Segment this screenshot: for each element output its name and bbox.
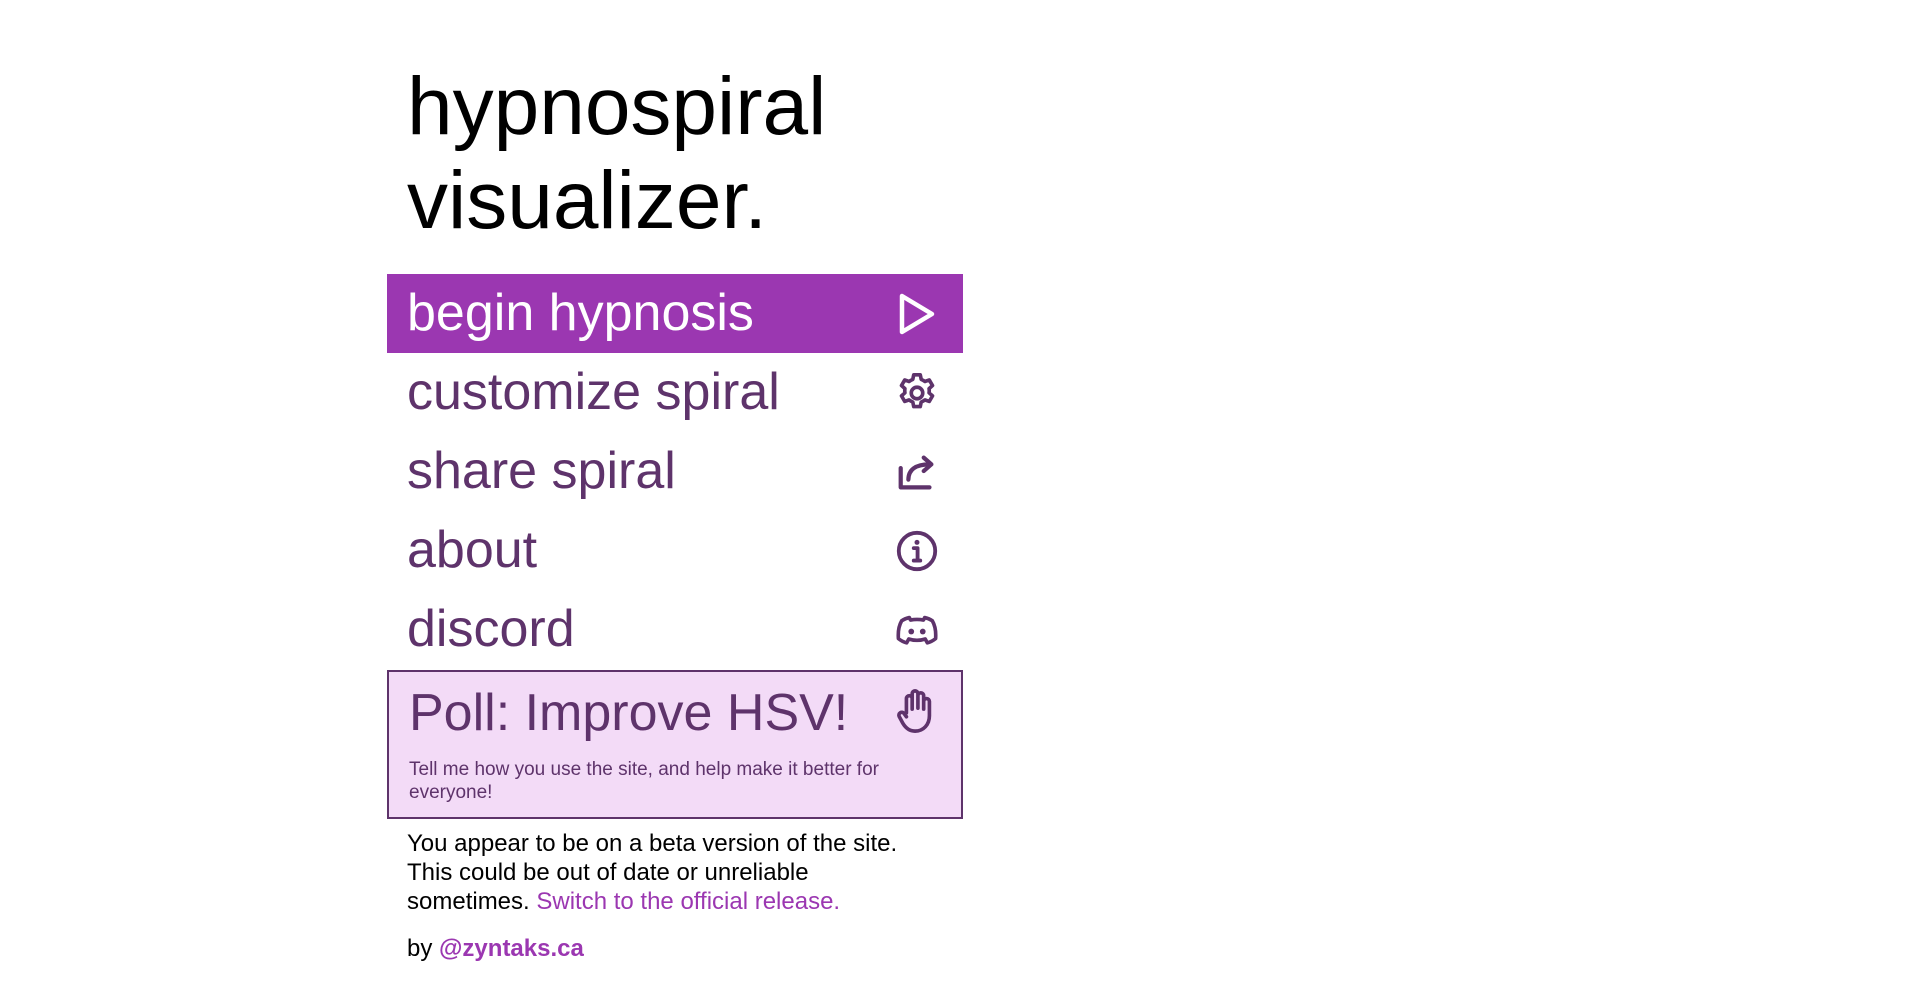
begin-hypnosis-button[interactable]: begin hypnosis: [387, 274, 963, 353]
discord-button[interactable]: discord: [387, 590, 963, 669]
share-spiral-button[interactable]: share spiral: [387, 432, 963, 511]
official-release-link[interactable]: Switch to the official release.: [536, 888, 840, 915]
customize-spiral-label: customize spiral: [407, 363, 780, 421]
share-spiral-label: share spiral: [407, 442, 676, 500]
share-icon: [893, 448, 941, 496]
title-line-2: visualizer.: [407, 155, 768, 246]
gear-icon: [893, 369, 941, 417]
credit-prefix: by: [407, 935, 433, 962]
beta-notice: You appear to be on a beta version of th…: [387, 819, 937, 916]
discord-label: discord: [407, 600, 575, 658]
begin-hypnosis-label: begin hypnosis: [407, 284, 754, 342]
credit-line: by @zyntaks.ca: [387, 916, 963, 963]
play-icon: [893, 290, 941, 338]
poll-card[interactable]: Poll: Improve HSV! Tell me how you use t…: [387, 670, 963, 819]
page: hypnospiral visualizer. begin hypnosis cu…: [0, 0, 1920, 993]
main-column: hypnospiral visualizer. begin hypnosis cu…: [387, 0, 963, 963]
customize-spiral-button[interactable]: customize spiral: [387, 353, 963, 432]
discord-icon: [893, 606, 941, 654]
author-link[interactable]: @zyntaks.ca: [439, 935, 584, 962]
info-icon: [893, 527, 941, 575]
hand-icon: [893, 686, 939, 741]
poll-header: Poll: Improve HSV!: [409, 682, 939, 744]
about-label: about: [407, 521, 538, 579]
title-line-1: hypnospiral: [407, 61, 827, 152]
poll-title: Poll: Improve HSV!: [409, 684, 849, 742]
about-button[interactable]: about: [387, 511, 963, 590]
main-menu: begin hypnosis customize spiral share sp…: [387, 274, 963, 669]
poll-description: Tell me how you use the site, and help m…: [409, 759, 879, 803]
page-title: hypnospiral visualizer.: [387, 0, 963, 246]
